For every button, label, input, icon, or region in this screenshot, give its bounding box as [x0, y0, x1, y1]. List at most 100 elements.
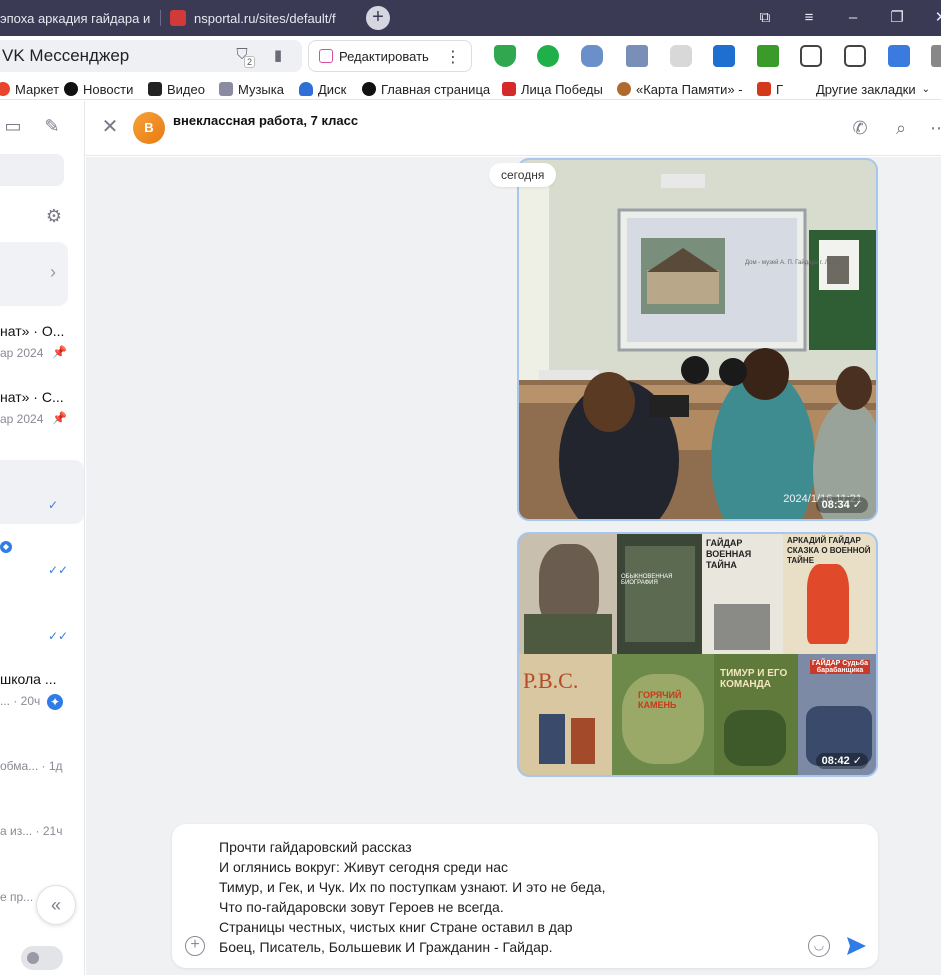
chat-preview: ... · 20ч — [0, 694, 41, 708]
chat-name: нат» · С... — [0, 389, 64, 405]
book-cover: ГОРЯЧИЙ КАМЕНЬ — [612, 654, 714, 775]
more-extensions-icon[interactable] — [931, 45, 941, 67]
sent-check-icon: ✓ — [852, 499, 862, 511]
close-icon[interactable]: ✕ — [100, 117, 120, 137]
avatar[interactable]: В — [133, 112, 165, 144]
check-extension-icon[interactable] — [537, 45, 559, 67]
message-line: Тимур, и Гек, и Чук. Их по поступкам узн… — [219, 879, 606, 895]
gear-icon[interactable]: ⚙ — [43, 205, 65, 227]
bookmark-label: Маркет — [15, 81, 60, 97]
browser-tab[interactable]: nsportal.ru/sites/default/f — [170, 5, 356, 31]
chat-list-item[interactable]: нат» · О... ар 2024 📌 — [0, 315, 84, 379]
profile-extension-icon[interactable] — [888, 45, 910, 67]
bookmark-label: «Карта Памяти» - — [636, 81, 743, 97]
bookmark-music[interactable]: Музыка — [219, 80, 284, 98]
close-window-icon[interactable]: ✕ — [931, 8, 941, 28]
news-icon — [64, 82, 78, 96]
book-cover: ТИМУР И ЕГО КОМАНДА — [714, 654, 798, 775]
bookmark-disk[interactable]: Диск — [299, 80, 346, 98]
bookmark-home[interactable]: Главная страница — [362, 80, 490, 98]
download-extension-icon[interactable] — [757, 45, 779, 67]
read-double-check-icon: ✓✓ — [48, 629, 69, 643]
bookmark-label: Видео — [167, 81, 205, 97]
book-title: ТИМУР И ЕГО КОМАНДА — [720, 668, 788, 690]
date-separator: сегодня — [489, 163, 557, 187]
pin-icon: 📌 — [52, 345, 67, 359]
chat-list-item-selected[interactable]: ✓ — [0, 460, 84, 524]
book-cover: АРКАДИЙ ГАЙДАР СКАЗКА О ВОЕННОЙ ТАЙНЕ — [783, 534, 876, 654]
disk-icon — [299, 82, 313, 96]
photo-message[interactable]: Дом - музей А. П. Гайдара г. Льгов 2024/… — [517, 158, 878, 521]
message-input[interactable]: Прочти гайдаровский рассказ И оглянись в… — [219, 837, 839, 957]
sent-check-icon: ✓ — [852, 755, 862, 767]
market-icon — [0, 82, 10, 96]
message-time: 08:34 ✓ — [815, 497, 868, 513]
collapse-sidebar-button[interactable]: « — [36, 885, 76, 925]
screenshot-extension-icon[interactable] — [800, 45, 822, 67]
medal-icon — [617, 82, 631, 96]
address-field[interactable]: VK Мессенджер — [0, 40, 302, 72]
compose-icon[interactable]: ✎ — [41, 115, 63, 137]
mail-extension-icon[interactable] — [626, 45, 648, 67]
chat-list-item[interactable]: нат» · С... ар 2024 📌 — [0, 381, 84, 445]
notification-count: 2 — [244, 56, 256, 68]
edit-button[interactable]: Редактировать ⋮ — [308, 40, 472, 72]
faces-icon — [502, 82, 516, 96]
bookmark-label: Новости — [83, 81, 134, 97]
search-icon[interactable]: ⌕ — [890, 117, 912, 139]
browser-tab[interactable]: эпоха аркадия гайдара и — [0, 5, 152, 31]
bookmarks-list-icon[interactable]: ⧉ — [755, 8, 775, 28]
book-cover: ОБЫКНОВЕННАЯ БИОГРАФИЯ — [617, 534, 702, 654]
star-icon — [757, 82, 771, 96]
new-tab-plus-icon[interactable]: + — [366, 6, 390, 30]
message-composer[interactable]: Прочти гайдаровский рассказ И оглянись в… — [172, 824, 878, 968]
book-title: ОБЫКНОВЕННАЯ БИОГРАФИЯ — [621, 574, 673, 586]
theme-toggle[interactable] — [21, 946, 63, 970]
search-input[interactable] — [0, 154, 64, 186]
chat-list-item[interactable]: ✓✓ — [0, 601, 84, 665]
chat-list-item[interactable]: ◆ ✓✓ — [0, 531, 84, 595]
bookmark-news[interactable]: Новости — [64, 80, 133, 98]
chat-title[interactable]: внеклассная работа, 7 класс — [173, 113, 358, 128]
chat-date: ар 2024 — [0, 412, 44, 426]
chat-name: нат» · О... — [0, 323, 65, 339]
home-page-icon — [362, 82, 376, 96]
address-bar-row: VK Мессенджер ⛉ ▮ Редактировать ⋮ — [0, 36, 941, 76]
phone-icon[interactable]: ✆ — [849, 117, 871, 139]
chat-list-item[interactable]: а из... · 21ч — [0, 791, 84, 855]
other-bookmarks[interactable]: Другие закладки ⌄ — [816, 80, 930, 98]
chat-list-item[interactable]: школа ... ... · 20ч ✦ — [0, 663, 84, 727]
attach-plus-icon[interactable]: + — [185, 936, 205, 956]
bookmark-video[interactable]: Видео — [148, 80, 205, 98]
chat-list-item[interactable]: обма... · 1д — [0, 726, 84, 790]
bookmark-faces[interactable]: Лица Победы — [502, 80, 603, 98]
restore-icon[interactable]: ❐ — [887, 8, 907, 28]
cloud-extension-icon[interactable] — [581, 45, 603, 67]
more-icon[interactable]: ⋮ — [445, 47, 461, 67]
shield-extension-icon[interactable] — [494, 45, 516, 67]
bookmark-icon[interactable]: ▮ — [268, 46, 288, 66]
send-icon[interactable] — [844, 934, 868, 958]
bookmark-label: Лица Победы — [521, 81, 603, 97]
weather-extension-icon[interactable] — [670, 45, 692, 67]
message-line: Прочти гайдаровский рассказ — [219, 839, 412, 855]
emoji-icon[interactable]: ◡ — [808, 935, 830, 957]
bookmark-market[interactable]: Маркет — [0, 80, 59, 98]
menu-icon[interactable]: ≡ — [799, 8, 819, 28]
message-line: Что по-гайдаровски зовут Героев не всегд… — [219, 899, 504, 915]
photo-message[interactable]: ОБЫКНОВЕННАЯ БИОГРАФИЯ ГАЙДАР ВОЕННАЯ ТА… — [517, 532, 878, 777]
chat-list-sidebar: ▭ ✎ ⚙ › нат» · О... ар 2024 📌 нат» · С..… — [0, 101, 85, 975]
archive-icon[interactable]: ▭ — [2, 115, 24, 137]
folder-card[interactable]: › — [0, 242, 68, 306]
bookmark-memory-map[interactable]: «Карта Памяти» - — [617, 80, 743, 98]
bookmark-label: Музыка — [238, 81, 284, 97]
minimize-icon[interactable]: – — [843, 8, 863, 28]
edit-label: Редактировать — [339, 48, 429, 64]
more-options-icon[interactable]: ⋯ — [928, 117, 941, 139]
slide-text: Дом - музей А. П. Гайдара г. Льгов — [745, 259, 840, 266]
translate-extension-icon[interactable] — [844, 45, 866, 67]
toggle-knob — [27, 952, 39, 964]
news-extension-icon[interactable] — [713, 45, 735, 67]
bookmark-g[interactable]: Г — [757, 80, 783, 98]
video-icon — [148, 82, 162, 96]
